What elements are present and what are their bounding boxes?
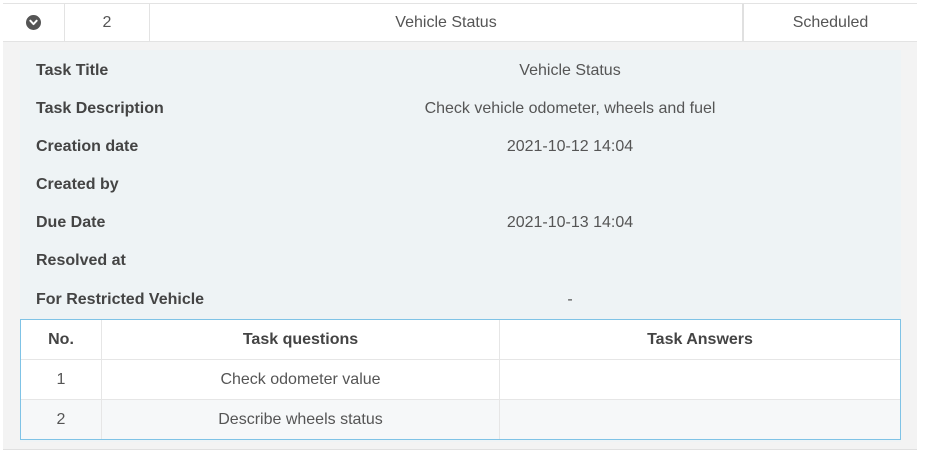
task-number: 2	[65, 4, 150, 41]
chevron-circle-down-icon[interactable]	[26, 15, 41, 30]
task-detail-panel: Task Title Vehicle Status Task Descripti…	[3, 42, 917, 450]
row-answer	[500, 400, 900, 439]
detail-label: Created by	[36, 176, 119, 193]
table-row[interactable]: 1 Check odometer value	[21, 360, 900, 400]
detail-value: 2021-10-13 14:04	[506, 214, 634, 231]
row-number: 2	[21, 400, 102, 439]
detail-value: 2021-10-12 14:04	[506, 138, 634, 155]
detail-value: -	[567, 291, 573, 308]
detail-row-task-description: Task Description Check vehicle odometer,…	[20, 90, 901, 128]
task-row[interactable]: 2 Vehicle Status Scheduled	[3, 3, 917, 42]
detail-row-due-date: Due Date 2021-10-13 14:04	[20, 204, 901, 242]
column-header-answers: Task Answers	[647, 330, 753, 348]
detail-row-restricted-vehicle: For Restricted Vehicle -	[20, 281, 901, 319]
detail-row-resolved-at: Resolved at	[20, 242, 901, 280]
table-header-row: No. Task questions Task Answers	[21, 320, 900, 360]
detail-value: Vehicle Status	[519, 62, 621, 79]
task-page: 2 Vehicle Status Scheduled Task Title Ve…	[0, 0, 926, 463]
detail-row-creation-date: Creation date 2021-10-12 14:04	[20, 128, 901, 166]
detail-row-task-title: Task Title Vehicle Status	[20, 52, 901, 90]
task-detail-body: Task Title Vehicle Status Task Descripti…	[20, 50, 901, 442]
row-question: Check odometer value	[102, 360, 500, 399]
task-title-cell: Vehicle Status	[150, 4, 744, 41]
table-row[interactable]: 2 Describe wheels status	[21, 400, 900, 439]
chevron-down-glyph	[29, 19, 38, 26]
column-header-questions: Task questions	[102, 320, 500, 359]
row-number: 1	[21, 360, 102, 399]
detail-value: Check vehicle odometer, wheels and fuel	[424, 100, 716, 117]
task-questions-table: No. Task questions Task Answers 1 Check …	[20, 319, 901, 440]
row-answer	[500, 360, 900, 399]
task-status-cell: Scheduled	[792, 13, 869, 31]
detail-label: Resolved at	[36, 252, 126, 269]
column-header-no: No.	[21, 320, 102, 359]
detail-row-created-by: Created by	[20, 166, 901, 204]
toggle-cell[interactable]	[3, 4, 65, 41]
row-question: Describe wheels status	[102, 400, 500, 439]
